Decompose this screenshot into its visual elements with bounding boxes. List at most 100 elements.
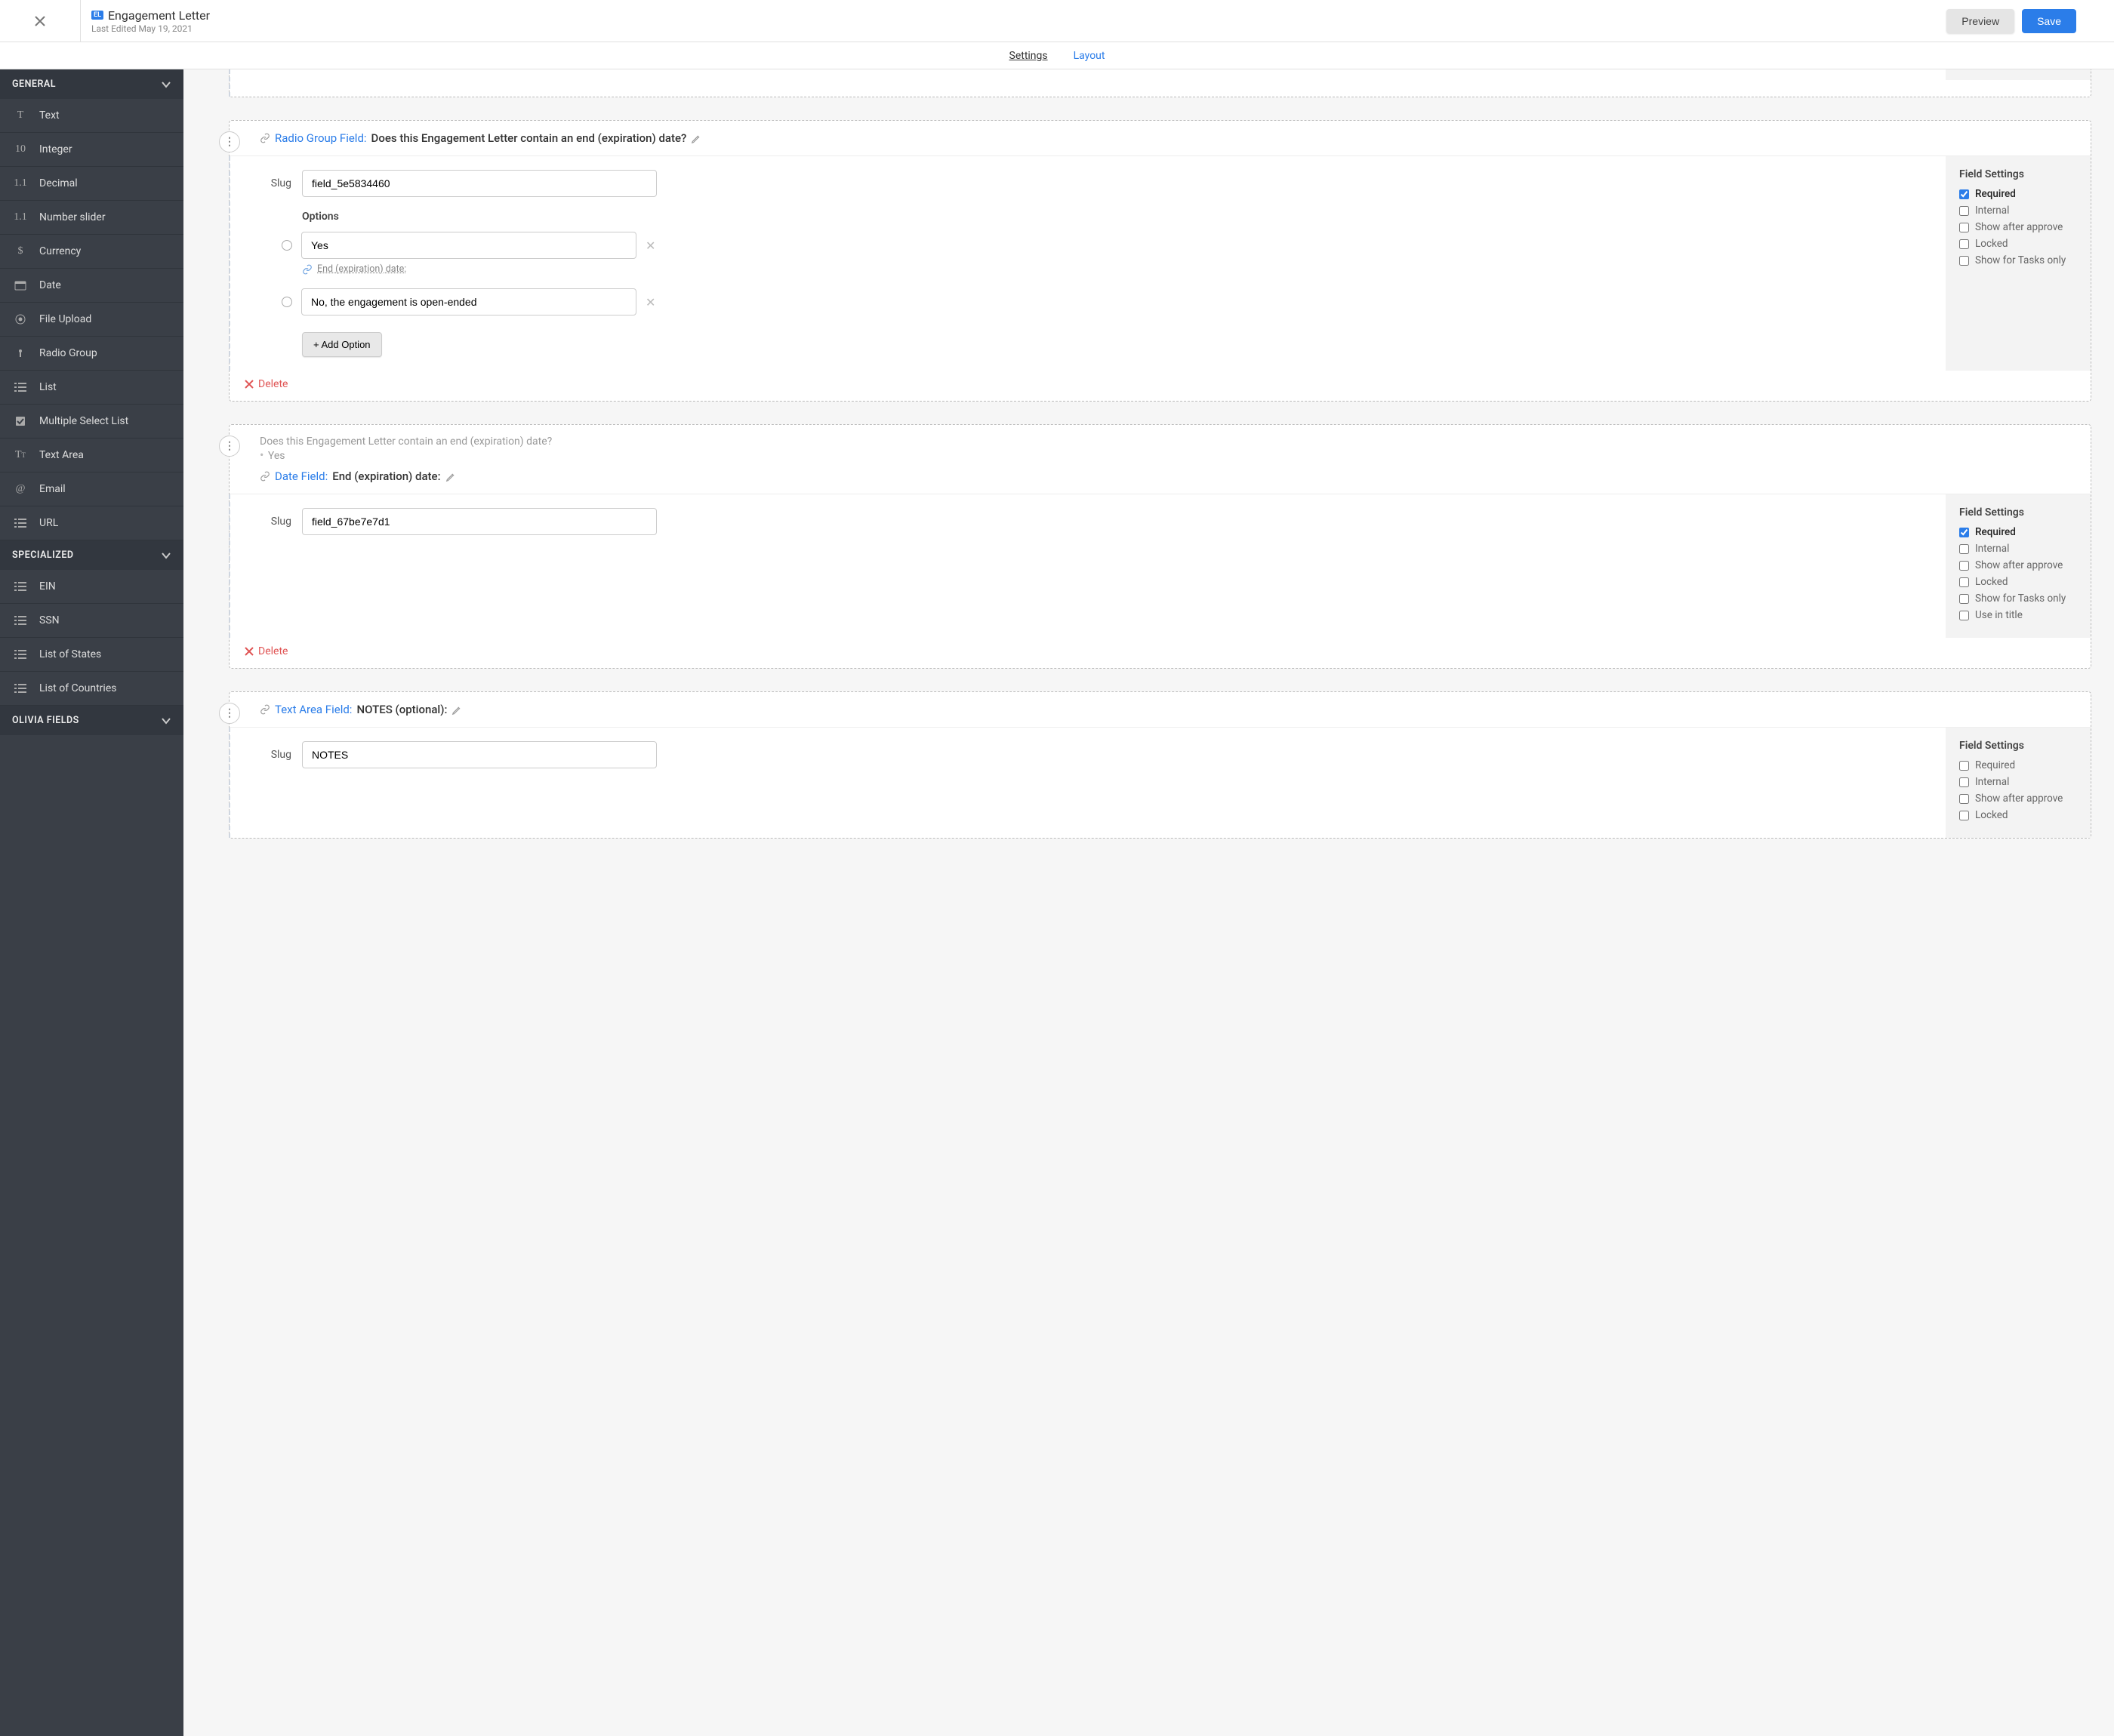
doc-title: Engagement Letter [108, 8, 210, 23]
fs-show-after[interactable]: Show after approve [1959, 221, 2077, 233]
sidebar-item-states[interactable]: List of States [0, 638, 183, 672]
sidebar-item-integer[interactable]: 10Integer [0, 133, 183, 167]
sidebar[interactable]: GENERAL TText 10Integer 1.1Decimal 1.1Nu… [0, 69, 183, 1736]
option-radio[interactable] [282, 240, 292, 251]
sidebar-item-multiple-select[interactable]: Multiple Select List [0, 405, 183, 439]
link-icon [260, 471, 270, 482]
url-icon [12, 516, 29, 530]
field-settings-title: Field Settings [1959, 506, 2077, 519]
field-settings-panel: Field Settings Required Internal Show af… [1946, 728, 2091, 838]
fs-locked[interactable]: Locked [1959, 576, 2077, 588]
option-input[interactable] [301, 232, 636, 259]
fs-locked[interactable]: Locked [1959, 238, 2077, 250]
options-label: Options [302, 211, 1915, 223]
delete-field-button[interactable]: Delete [230, 371, 2091, 401]
sidebar-item-label: List of States [39, 648, 101, 660]
fs-tasks-only[interactable]: Show for Tasks only [1959, 593, 2077, 605]
doc-subtitle: Last Edited May 19, 2021 [91, 23, 1936, 34]
sidebar-section-label: SPECIALIZED [12, 549, 74, 561]
fs-show-after[interactable]: Show after approve [1959, 793, 2077, 805]
canvas[interactable]: ⋮ Radio Group Field: Does this Engagemen… [183, 69, 2114, 1736]
sidebar-item-text[interactable]: TText [0, 99, 183, 133]
sidebar-item-label: List [39, 381, 57, 393]
close-icon [32, 14, 48, 29]
edit-name-button[interactable] [691, 131, 701, 145]
sidebar-item-label: URL [39, 517, 58, 529]
checkbox-icon [12, 414, 29, 428]
sidebar-item-list[interactable]: List [0, 371, 183, 405]
fs-locked[interactable]: Locked [1959, 809, 2077, 821]
edit-name-button[interactable] [451, 703, 462, 716]
currency-icon: $ [12, 245, 29, 258]
remove-option-button[interactable]: ✕ [646, 295, 655, 309]
remove-option-button[interactable]: ✕ [646, 239, 655, 253]
option-radio[interactable] [282, 297, 292, 307]
sidebar-item-label: Text Area [39, 449, 84, 461]
add-option-button[interactable]: + Add Option [302, 332, 382, 357]
text-icon: T [12, 109, 29, 122]
fs-required[interactable]: Required [1959, 526, 2077, 538]
slug-input[interactable] [302, 508, 657, 535]
condition-answer: Yes [268, 450, 285, 462]
fs-internal[interactable]: Internal [1959, 776, 2077, 788]
sidebar-item-currency[interactable]: $Currency [0, 235, 183, 269]
slug-label: Slug [260, 177, 302, 189]
sidebar-item-email[interactable]: @Email [0, 472, 183, 506]
field-settings-title: Field Settings [1959, 740, 2077, 752]
field-card-date[interactable]: ⋮ Does this Engagement Letter contain an… [229, 424, 2091, 669]
delete-icon [245, 380, 254, 389]
sidebar-item-radio-group[interactable]: Radio Group [0, 337, 183, 371]
sidebar-item-label: Number slider [39, 211, 106, 223]
fs-internal[interactable]: Internal [1959, 205, 2077, 217]
drag-handle[interactable]: ⋮ [219, 436, 240, 457]
field-settings-title: Field Settings [1959, 168, 2077, 180]
condition-question: Does this Engagement Letter contain an e… [260, 436, 2074, 448]
sidebar-item-label: List of Countries [39, 682, 116, 694]
sidebar-item-ssn[interactable]: SSN [0, 604, 183, 638]
delete-icon [245, 647, 254, 656]
save-button[interactable]: Save [2022, 9, 2076, 33]
sidebar-item-ein[interactable]: EIN [0, 570, 183, 604]
preview-button[interactable]: Preview [1946, 9, 2014, 33]
slug-input[interactable] [302, 170, 657, 197]
sidebar-section-specialized[interactable]: SPECIALIZED [0, 540, 183, 570]
option-input[interactable] [301, 288, 636, 315]
title-block: EL Engagement Letter Last Edited May 19,… [81, 4, 1946, 38]
sidebar-item-file-upload[interactable]: File Upload [0, 303, 183, 337]
delete-field-button[interactable]: Delete [230, 638, 2091, 668]
fs-required[interactable]: Required [1959, 759, 2077, 771]
fs-show-after[interactable]: Show after approve [1959, 559, 2077, 571]
fs-use-in-title[interactable]: Use in title [1959, 609, 2077, 621]
tab-layout[interactable]: Layout [1072, 47, 1107, 65]
sidebar-section-olivia[interactable]: OLIVIA FIELDS [0, 706, 183, 735]
field-settings-panel: Field Settings Required Internal Show af… [1946, 494, 2091, 638]
sidebar-item-number-slider[interactable]: 1.1Number slider [0, 201, 183, 235]
slug-input[interactable] [302, 741, 657, 768]
date-icon [12, 279, 29, 292]
list-icon [12, 648, 29, 661]
sidebar-item-date[interactable]: Date [0, 269, 183, 303]
link-icon [302, 264, 313, 275]
sidebar-item-countries[interactable]: List of Countries [0, 672, 183, 706]
field-card-radio[interactable]: ⋮ Radio Group Field: Does this Engagemen… [229, 120, 2091, 402]
sidebar-item-url[interactable]: URL [0, 506, 183, 540]
sidebar-item-decimal[interactable]: 1.1Decimal [0, 167, 183, 201]
sidebar-section-general[interactable]: GENERAL [0, 69, 183, 99]
fs-tasks-only[interactable]: Show for Tasks only [1959, 254, 2077, 266]
edit-name-button[interactable] [445, 469, 456, 483]
list-icon [12, 682, 29, 695]
fs-required[interactable]: Required [1959, 188, 2077, 200]
field-card-textarea[interactable]: ⋮ Text Area Field: NOTES (optional): Slu… [229, 691, 2091, 839]
tab-settings[interactable]: Settings [1008, 47, 1049, 65]
decimal-icon: 1.1 [12, 177, 29, 190]
field-name: NOTES (optional): [356, 703, 447, 716]
option-link-label[interactable]: End (expiration) date: [317, 263, 406, 275]
drag-handle[interactable]: ⋮ [219, 703, 240, 724]
sidebar-item-label: Radio Group [39, 347, 97, 359]
sidebar-item-textarea[interactable]: TTText Area [0, 439, 183, 472]
list-icon [12, 380, 29, 394]
close-button[interactable] [0, 0, 81, 42]
fs-internal[interactable]: Internal [1959, 543, 2077, 555]
drag-handle[interactable]: ⋮ [219, 131, 240, 152]
link-icon [260, 133, 270, 143]
